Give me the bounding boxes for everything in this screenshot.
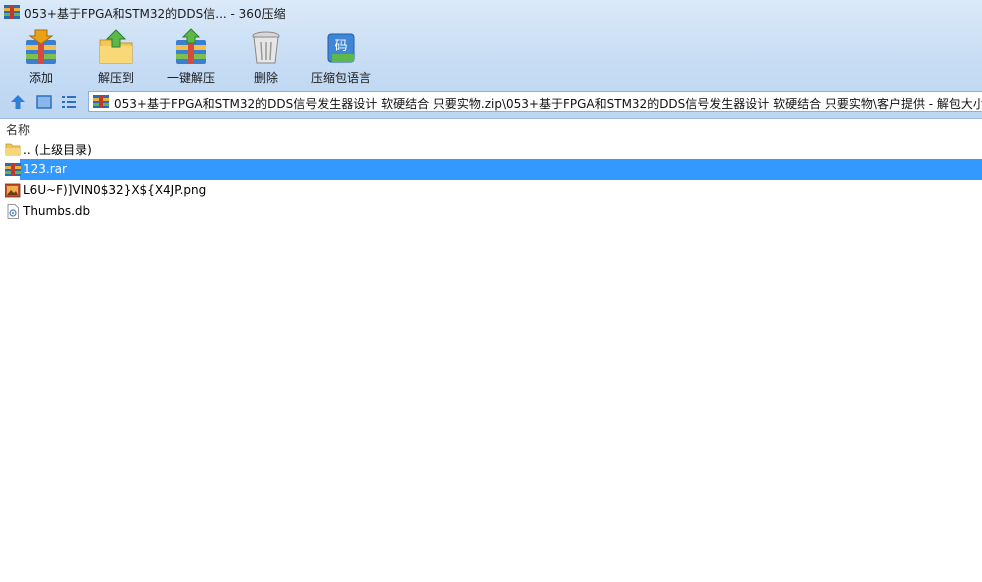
extract-to-button[interactable]: 解压到: [88, 26, 144, 86]
column-header-row: 名称: [0, 119, 982, 137]
list-item-label: Thumbs.db: [23, 204, 91, 218]
window-title: 053+基于FPGA和STM32的DDS信... - 360压缩: [24, 7, 286, 21]
extract-to-label: 解压到: [97, 71, 134, 85]
one-click-extract-icon: [176, 28, 206, 64]
list-item-label: L6U~F)]VIN0$32}X${X4JP.png: [23, 183, 207, 197]
list-item-label: 123.rar: [23, 162, 67, 176]
column-name-header[interactable]: 名称: [6, 121, 30, 138]
list-view-icon[interactable]: [60, 93, 78, 111]
list-item-png[interactable]: L6U~F)]VIN0$32}X${X4JP.png: [0, 180, 982, 201]
add-label: 添加: [28, 71, 53, 85]
title-bar: 053+基于FPGA和STM32的DDS信... - 360压缩: [0, 0, 982, 24]
archive-path-icon: [93, 95, 109, 108]
folder-icon: [5, 143, 21, 156]
trash-icon: [252, 31, 280, 64]
extract-folder-icon: [99, 29, 133, 64]
address-path: 053+基于FPGA和STM32的DDS信号发生器设计 软硬结合 只要实物.zi…: [114, 97, 982, 111]
archive-language-button[interactable]: 码 压缩包语言: [306, 26, 376, 86]
selection-highlight: [20, 159, 982, 180]
toolbar: 添加 解压到 一键解压 删除 码 压缩包语言: [0, 26, 982, 88]
up-arrow-icon[interactable]: [9, 93, 27, 111]
archive-language-label: 压缩包语言: [310, 71, 371, 85]
add-button[interactable]: 添加: [14, 26, 68, 86]
list-item-label: .. (上级目录): [23, 143, 92, 157]
list-item-123-rar[interactable]: 123.rar: [0, 159, 982, 180]
archive-app-icon: [4, 5, 20, 19]
window-chrome: 053+基于FPGA和STM32的DDS信... - 360压缩 添加 解压到: [0, 0, 982, 119]
db-file-icon: [7, 204, 19, 219]
large-icons-view-icon[interactable]: [35, 93, 53, 111]
image-file-icon: [5, 183, 21, 198]
rar-archive-icon: [5, 163, 21, 176]
one-click-extract-button[interactable]: 一键解压: [162, 26, 220, 86]
add-archive-icon: [26, 29, 56, 64]
list-item-parent-directory[interactable]: .. (上级目录): [0, 138, 982, 159]
delete-label: 删除: [253, 71, 278, 85]
delete-button[interactable]: 删除: [240, 26, 292, 86]
list-item-thumbs-db[interactable]: Thumbs.db: [0, 201, 982, 222]
address-row: 053+基于FPGA和STM32的DDS信号发生器设计 软硬结合 只要实物.zi…: [0, 90, 982, 114]
address-bar[interactable]: 053+基于FPGA和STM32的DDS信号发生器设计 软硬结合 只要实物.zi…: [88, 91, 982, 112]
archive-language-icon: 码: [327, 33, 355, 63]
one-click-extract-label: 一键解压: [166, 71, 215, 85]
language-icon-glyph: 码: [334, 39, 347, 54]
